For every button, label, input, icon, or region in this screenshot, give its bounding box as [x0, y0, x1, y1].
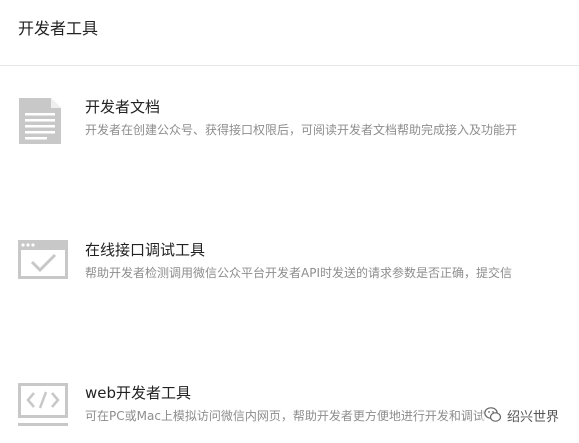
page-header: 开发者工具	[0, 0, 579, 66]
wechat-logo-icon	[484, 407, 502, 422]
watermark-text: 绍兴世界	[506, 409, 559, 425]
browser-check-icon	[18, 240, 68, 279]
tool-item-developer-docs[interactable]: 开发者文档 开发者在创建公众号、获得接口权限后，可阅读开发者文档帮助完成接入及功…	[0, 97, 579, 157]
tool-description: 开发者在创建公众号、获得接口权限后，可阅读开发者文档帮助完成接入及功能开	[85, 123, 518, 137]
watermark: 绍兴世界	[481, 405, 561, 425]
code-window-icon	[18, 383, 68, 426]
tool-title[interactable]: web开发者工具	[85, 383, 191, 404]
document-icon	[19, 98, 61, 144]
tool-item-api-debugger[interactable]: 在线接口调试工具 帮助开发者检测调用微信公众平台开发者API时发送的请求参数是否…	[0, 240, 579, 300]
page-title: 开发者工具	[18, 19, 99, 38]
tool-description: 帮助开发者检测调用微信公众平台开发者API时发送的请求参数是否正确，提交信	[85, 266, 512, 280]
tool-title[interactable]: 在线接口调试工具	[85, 240, 205, 261]
tool-title[interactable]: 开发者文档	[85, 97, 160, 118]
